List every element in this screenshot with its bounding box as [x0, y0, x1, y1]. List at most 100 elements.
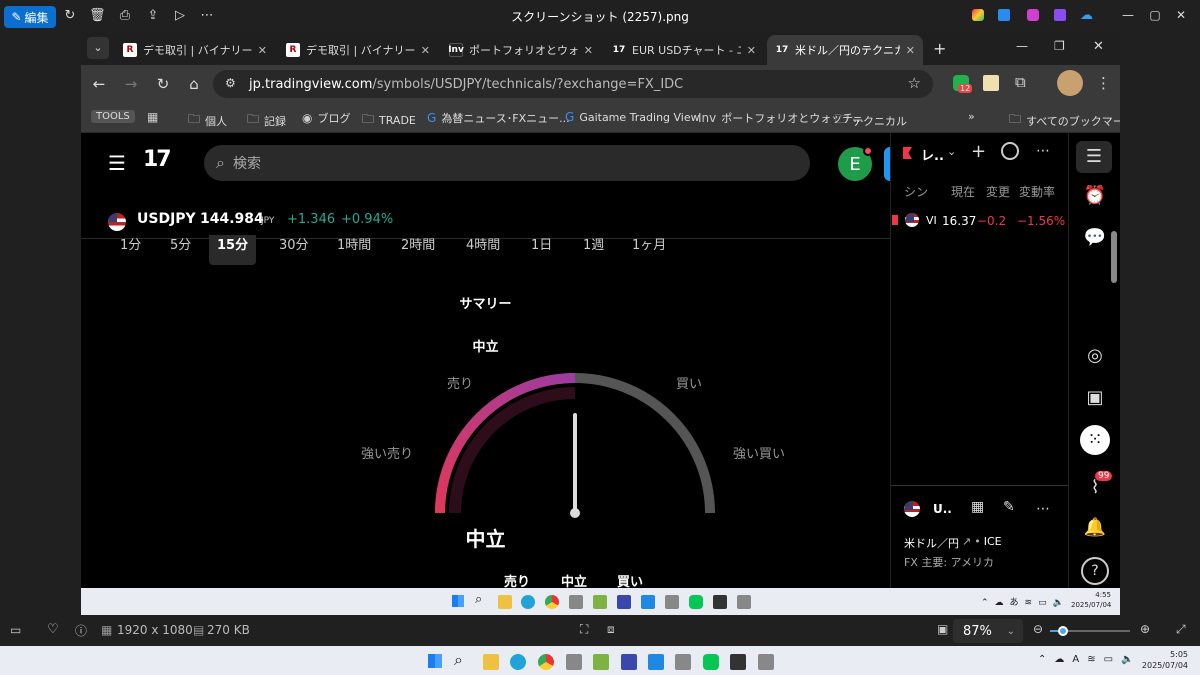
favorite-heart-icon[interactable]: ♡ — [47, 622, 59, 637]
reload-icon[interactable]: ↻ — [153, 75, 173, 93]
bookmark-gaitame-tv[interactable]: G Gaitame Trading View — [565, 110, 700, 124]
watchlist-icon[interactable]: ☰ — [1076, 141, 1112, 173]
bookmark-folder-all[interactable]: 🗀 すべてのブックマーク — [1009, 110, 1120, 131]
bookmarks-overflow-icon[interactable]: » — [968, 110, 975, 123]
edit-note-icon[interactable]: ✎ — [1003, 499, 1015, 515]
print-icon[interactable]: ⎙ — [117, 8, 133, 24]
app-icon[interactable] — [713, 595, 727, 609]
app-icon[interactable] — [730, 654, 746, 670]
tab-timeframe-5m[interactable]: 5分 — [170, 235, 191, 265]
tab-close-icon[interactable]: ✕ — [421, 44, 430, 57]
profile-avatar[interactable] — [1057, 70, 1083, 96]
windows-start-icon[interactable] — [452, 595, 464, 607]
tab-timeframe-1d[interactable]: 1日 — [531, 235, 552, 265]
scrollbar-thumb[interactable] — [1111, 231, 1117, 283]
calendar-icon[interactable]: ▣ — [1082, 385, 1108, 411]
tab-close-icon[interactable]: ✕ — [258, 44, 267, 57]
app-icon[interactable] — [648, 654, 664, 670]
tab-search-icon[interactable]: ⌄ — [87, 37, 109, 59]
back-icon[interactable]: ← — [89, 75, 109, 93]
windows-start-icon[interactable] — [428, 654, 442, 668]
app-icon[interactable] — [569, 595, 583, 609]
tab-5-active[interactable]: 17 米ドル／円のテクニカル分 ✕ — [767, 35, 923, 65]
grid-view-icon[interactable]: ▦ — [971, 499, 984, 515]
bookmark-folder-personal[interactable]: 🗀 個人 — [188, 110, 227, 131]
forward-icon[interactable]: → — [121, 75, 141, 93]
chrome-close-icon[interactable]: ✕ — [1093, 39, 1104, 54]
edit-button[interactable]: ✎ 編集 — [4, 6, 56, 28]
tab-1[interactable]: R デモ取引 | バイナリーオプ ✕ — [115, 35, 275, 65]
chrome-icon[interactable] — [545, 595, 559, 609]
table-row[interactable]: VI 16.37 −0.2( −1.56% — [891, 209, 1069, 233]
taskbar-search-icon[interactable]: ⌕ — [475, 592, 482, 607]
bookmark-folder-records[interactable]: 🗀 記録 — [247, 110, 286, 131]
bell-icon[interactable]: 🔔 — [1082, 515, 1108, 541]
app-icon[interactable] — [737, 595, 751, 609]
chrome-restore-icon[interactable]: ❐ — [1054, 39, 1065, 53]
more-options-icon[interactable]: ⋯ — [1036, 143, 1050, 159]
tab-3[interactable]: Inv ポートフォリオとウォッチ・リ ✕ — [441, 35, 601, 65]
edge-icon[interactable] — [510, 654, 526, 670]
line-icon[interactable] — [703, 654, 719, 670]
app-icon-1[interactable] — [972, 9, 984, 21]
zoom-in-icon[interactable]: ⊕ — [1140, 622, 1150, 636]
tab-timeframe-1h[interactable]: 1時間 — [337, 235, 371, 265]
tab-close-icon[interactable]: ✕ — [584, 44, 593, 57]
extension-icon-2[interactable] — [983, 75, 999, 91]
filmstrip-icon[interactable]: ▭ — [10, 623, 21, 637]
slideshow-icon[interactable]: ▷ — [172, 8, 188, 24]
url-field[interactable]: ⚙ jp.tradingview.com/symbols/USDJPY/tech… — [213, 70, 933, 98]
help-icon[interactable]: ? — [1081, 557, 1109, 585]
close-icon[interactable]: ✕ — [1171, 8, 1191, 22]
col-change-pct[interactable]: 変動率 — [1019, 183, 1055, 200]
app-icon[interactable] — [621, 654, 637, 670]
taskbar-search-icon[interactable]: ⌕ — [454, 650, 463, 670]
tray-icons[interactable]: ⌃☁あ≋▭🔈 — [981, 595, 1070, 608]
app-icon[interactable] — [593, 595, 607, 609]
chrome-icon[interactable] — [538, 654, 554, 670]
tab-close-icon[interactable]: ✕ — [906, 44, 915, 57]
tray-icons[interactable]: ⌃☁A≋▭🔈 — [1038, 654, 1142, 665]
chat-icon[interactable]: 💬 — [1082, 225, 1108, 251]
symbol-name[interactable]: USDJPY — [137, 211, 196, 227]
tab-timeframe-4h[interactable]: 4時間 — [466, 235, 500, 265]
apps-icon[interactable]: ⁙ — [1080, 425, 1110, 455]
tab-timeframe-2h[interactable]: 2時間 — [401, 235, 435, 265]
user-avatar[interactable]: E — [838, 146, 873, 181]
fullscreen-icon[interactable]: ⤢ — [1176, 622, 1186, 637]
alarm-clock-icon[interactable]: ⏰ — [1082, 183, 1108, 209]
app-icon-4[interactable] — [1054, 9, 1066, 21]
target-icon[interactable]: ◎ — [1082, 343, 1108, 369]
cloud-icon[interactable]: ☁ — [1080, 8, 1093, 23]
app-icon[interactable] — [617, 595, 631, 609]
col-last[interactable]: 現在 — [951, 183, 975, 200]
tradingview-logo-icon[interactable]: 17 — [143, 147, 172, 172]
chrome-minimize-icon[interactable]: — — [1016, 39, 1028, 53]
site-info-icon[interactable]: ⚙ — [225, 76, 236, 90]
chrome-menu-icon[interactable]: ⋮ — [1096, 74, 1111, 92]
crop-icon[interactable]: ⛶ — [580, 622, 588, 637]
tab-4[interactable]: 17 EUR USDチャート - ユーロ ✕ — [604, 35, 764, 65]
app-icon-3[interactable] — [1027, 9, 1039, 21]
zoom-out-icon[interactable]: ⊖ — [1033, 622, 1043, 636]
maximize-icon[interactable]: ▢ — [1145, 8, 1165, 22]
app-icon[interactable] — [758, 654, 774, 670]
tab-2[interactable]: R デモ取引 | バイナリーオプ ✕ — [278, 35, 438, 65]
extensions-puzzle-icon[interactable]: ⧉ — [1015, 73, 1026, 91]
detail-more-icon[interactable]: ⋯ — [1036, 501, 1050, 517]
fit-window-icon[interactable]: ▣ — [937, 622, 948, 636]
bookmark-tools[interactable]: TOOLS — [91, 110, 135, 123]
col-symbol[interactable]: シン — [904, 183, 928, 200]
minimize-icon[interactable]: — — [1118, 8, 1138, 22]
external-link-icon[interactable]: ↗ — [962, 535, 971, 551]
zoom-slider-thumb[interactable] — [1058, 626, 1068, 636]
rotate-icon[interactable]: ↻ — [62, 8, 78, 24]
edge-icon[interactable] — [521, 595, 535, 609]
apps-grid-icon[interactable]: ▦ — [147, 110, 158, 124]
bookmark-folder-trade[interactable]: 🗀 TRADE — [362, 110, 416, 131]
tab-timeframe-15m[interactable]: 15分 — [209, 235, 257, 265]
bookmark-fx-news[interactable]: G 為替ニュース･FXニュー... — [427, 110, 570, 126]
widget-icon[interactable] — [1001, 142, 1019, 160]
search-input[interactable]: ⌕ 検索 — [204, 145, 810, 181]
bookmark-folder-technical[interactable]: 🗀 テクニカル — [835, 110, 907, 131]
